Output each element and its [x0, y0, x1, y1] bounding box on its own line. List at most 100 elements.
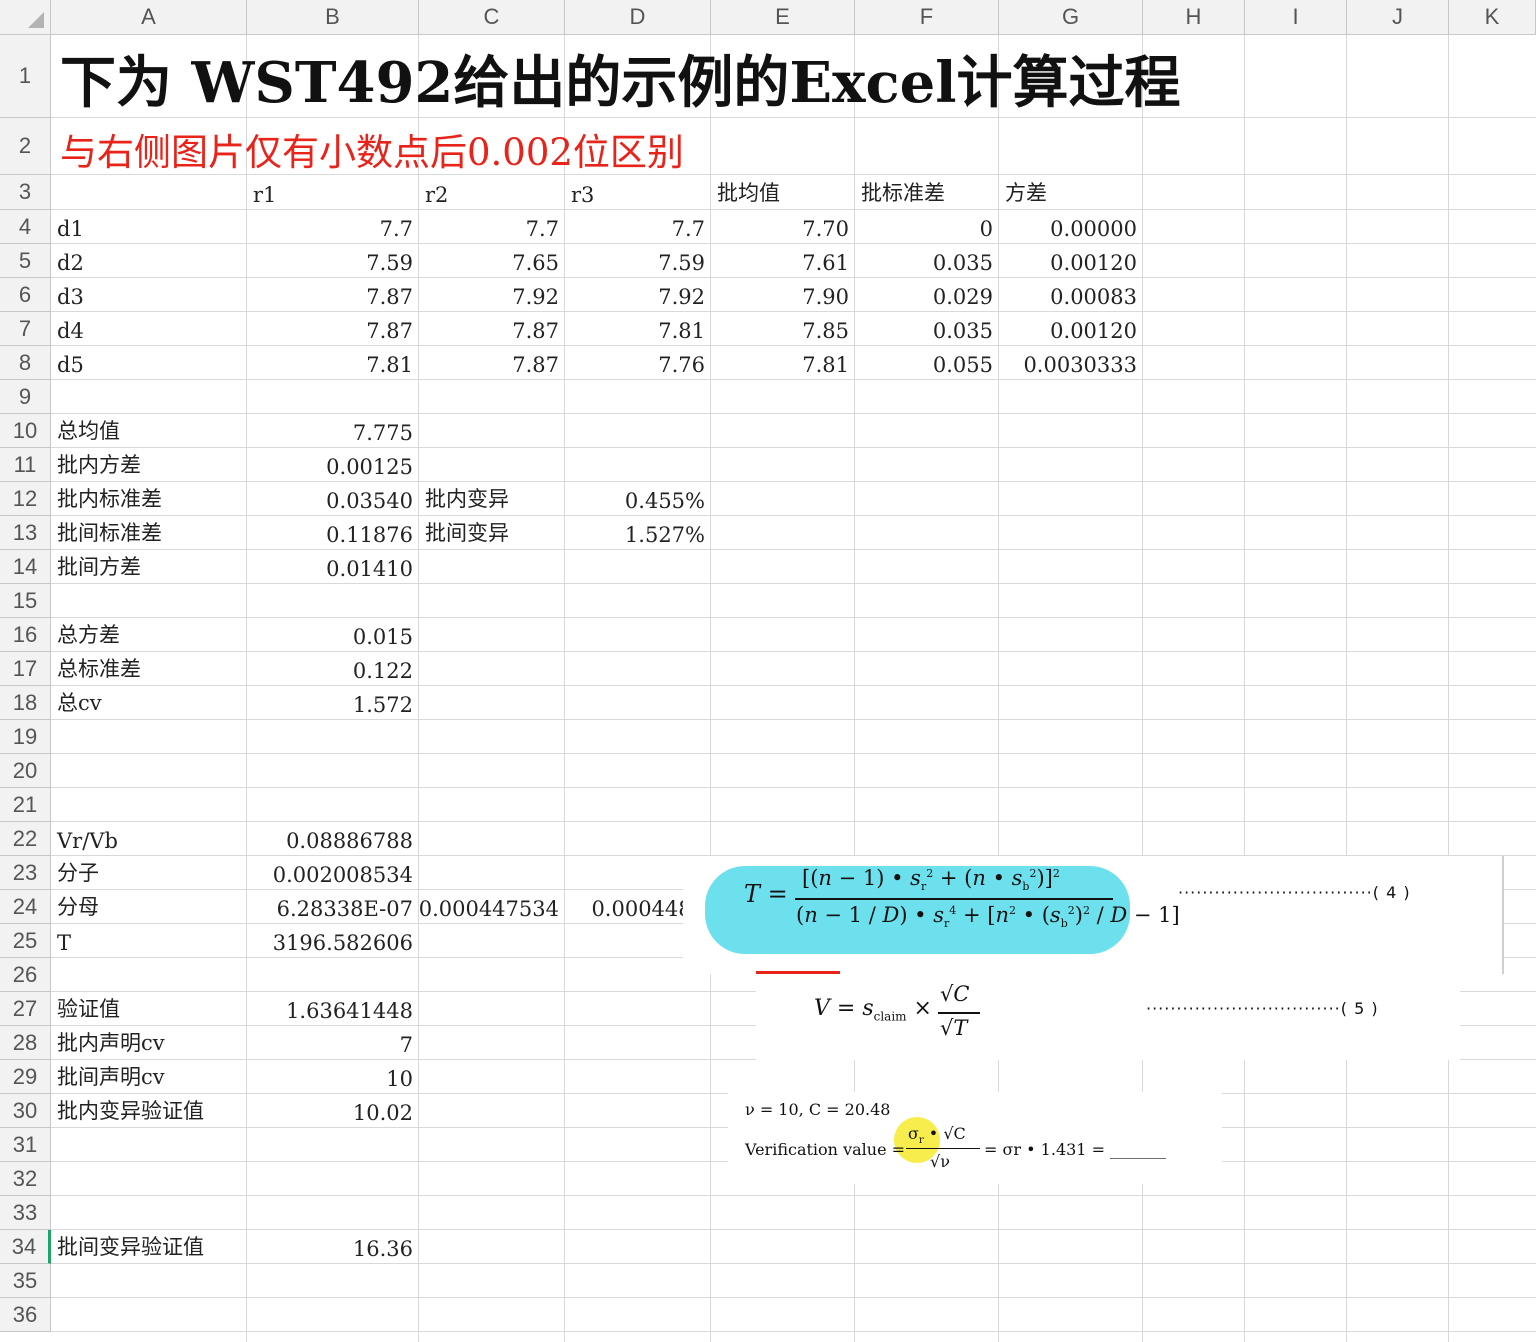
row-header-5[interactable]: 5: [0, 244, 51, 278]
row-header-18[interactable]: 18: [0, 686, 51, 720]
row-header-14[interactable]: 14: [0, 550, 51, 584]
value-r1: 7.87: [366, 319, 413, 343]
header-r1: r1: [253, 183, 277, 207]
column-header-i[interactable]: I: [1245, 0, 1347, 35]
row-header-32[interactable]: 32: [0, 1162, 51, 1196]
grid-hline: [51, 1331, 1536, 1332]
formula-5-numerator: √C: [940, 982, 970, 1006]
value-batch-std: 0.055: [932, 353, 993, 377]
row-header-20[interactable]: 20: [0, 754, 51, 788]
stat-label: 分母: [57, 895, 99, 919]
row-header-26[interactable]: 26: [0, 958, 51, 992]
stat-label: 批间声明cv: [57, 1065, 165, 1089]
row-header-17[interactable]: 17: [0, 652, 51, 686]
between-cv-label: 批间变异: [425, 521, 509, 545]
stat-label: 批间方差: [57, 555, 141, 579]
stat-label: 批内声明cv: [57, 1031, 165, 1055]
row-header-12[interactable]: 12: [0, 482, 51, 516]
column-header-g[interactable]: G: [999, 0, 1143, 35]
column-header-k[interactable]: K: [1449, 0, 1536, 35]
value-r3: 7.7: [671, 217, 705, 241]
stat-label: 批内变异验证值: [57, 1099, 204, 1123]
stat-value: 1.572: [352, 693, 413, 717]
column-header-j[interactable]: J: [1347, 0, 1449, 35]
row-header-22[interactable]: 22: [0, 822, 51, 856]
verification-denominator: √ν: [930, 1152, 950, 1171]
row-header-21[interactable]: 21: [0, 788, 51, 822]
row-header-31[interactable]: 31: [0, 1128, 51, 1162]
value-r3: 7.92: [658, 285, 705, 309]
row-header-6[interactable]: 6: [0, 278, 51, 312]
row-label: d2: [57, 251, 84, 275]
denominator-c: 0.000447534: [418, 897, 559, 921]
value-batch-std: 0: [979, 217, 993, 241]
value-variance: 0.0030333: [1023, 353, 1137, 377]
row-header-9[interactable]: 9: [0, 380, 51, 414]
select-all-corner[interactable]: [0, 0, 51, 35]
header-batch-std: 批标准差: [861, 181, 945, 205]
value-r2: 7.65: [512, 251, 559, 275]
stat-label: 批内标准差: [57, 487, 162, 511]
column-header-d[interactable]: D: [565, 0, 711, 35]
row-header-13[interactable]: 13: [0, 516, 51, 550]
row-header-24[interactable]: 24: [0, 890, 51, 924]
value-r1: 7.87: [366, 285, 413, 309]
row-header-23[interactable]: 23: [0, 856, 51, 890]
row-header-2[interactable]: 2: [0, 118, 51, 175]
row-header-19[interactable]: 19: [0, 720, 51, 754]
stat-label: 批内方差: [57, 453, 141, 477]
row-header-27[interactable]: 27: [0, 992, 51, 1026]
column-header-e[interactable]: E: [711, 0, 855, 35]
between-cv-value: 1.527%: [624, 523, 705, 547]
row-header-4[interactable]: 4: [0, 210, 51, 244]
verification-numerator: σr • √C: [908, 1124, 966, 1147]
row-header-34[interactable]: 34: [0, 1230, 51, 1264]
row-header-15[interactable]: 15: [0, 584, 51, 618]
row-header-33[interactable]: 33: [0, 1196, 51, 1230]
verification-fraction-bar: [906, 1148, 980, 1149]
row-header-10[interactable]: 10: [0, 414, 51, 448]
row-header-8[interactable]: 8: [0, 346, 51, 380]
value-batch-std: 0.029: [932, 285, 993, 309]
sheet-subtitle: 与右侧图片仅有小数点后0.002位区别: [60, 131, 684, 174]
value-batch-mean: 7.81: [802, 353, 849, 377]
stat-value: 10: [386, 1067, 413, 1091]
row-header-29[interactable]: 29: [0, 1060, 51, 1094]
header-r2: r2: [425, 183, 449, 207]
value-batch-mean: 7.90: [802, 285, 849, 309]
stat-label: 总cv: [57, 691, 102, 715]
row-header-35[interactable]: 35: [0, 1264, 51, 1298]
verification-label: Verification value =: [745, 1140, 906, 1159]
column-header-f[interactable]: F: [855, 0, 999, 35]
row-header-1[interactable]: 1: [0, 35, 51, 118]
stat-value: 16.36: [352, 1237, 413, 1261]
grid-vline: [1346, 35, 1347, 1342]
header-r3: r3: [571, 183, 595, 207]
value-r2: 7.87: [512, 353, 559, 377]
column-header-h[interactable]: H: [1143, 0, 1245, 35]
row-header-30[interactable]: 30: [0, 1094, 51, 1128]
sheet-title: 下为 WST492给出的示例的Excel计算过程: [60, 49, 1181, 116]
value-variance: 0.00083: [1050, 285, 1137, 309]
stat-label: 分子: [57, 861, 99, 885]
row-header-28[interactable]: 28: [0, 1026, 51, 1060]
column-header-c[interactable]: C: [419, 0, 565, 35]
within-cv-value: 0.455%: [624, 489, 705, 513]
row-header-3[interactable]: 3: [0, 175, 51, 210]
red-underline: [756, 971, 840, 974]
column-header-a[interactable]: A: [51, 0, 247, 35]
value-variance: 0.00000: [1050, 217, 1137, 241]
stat-value: 1.63641448: [286, 999, 413, 1023]
row-header-25[interactable]: 25: [0, 924, 51, 958]
row-header-16[interactable]: 16: [0, 618, 51, 652]
column-header-b[interactable]: B: [247, 0, 419, 35]
value-r2: 7.7: [525, 217, 559, 241]
row-header-7[interactable]: 7: [0, 312, 51, 346]
value-r3: 7.59: [658, 251, 705, 275]
stat-value: 0.01410: [326, 557, 413, 581]
value-r2: 7.92: [512, 285, 559, 309]
row-header-11[interactable]: 11: [0, 448, 51, 482]
formula-5-leader: ································( 5 ): [1146, 999, 1379, 1018]
row-header-36[interactable]: 36: [0, 1298, 51, 1332]
stat-label: 总均值: [57, 419, 120, 443]
